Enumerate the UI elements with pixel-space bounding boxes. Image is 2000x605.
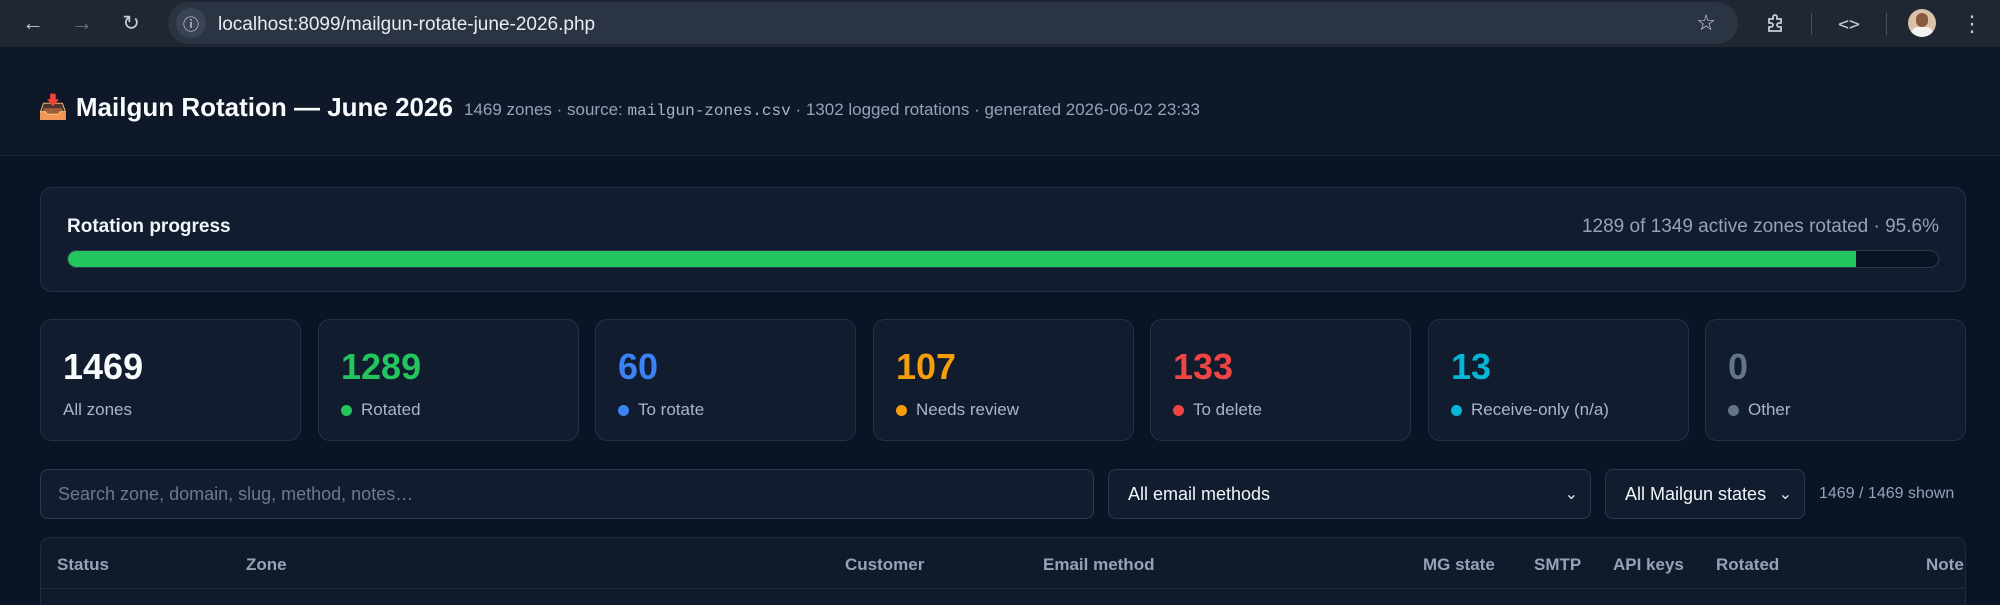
kebab-menu-icon[interactable]: ⋮ [1955, 7, 1989, 41]
toolbar-divider [1811, 13, 1812, 35]
zones-table-header: Status Zone Customer Email method MG sta… [40, 537, 1966, 605]
extensions-icon[interactable] [1759, 7, 1793, 41]
devtools-icon[interactable]: <> [1832, 7, 1866, 41]
progress-stats: 1289 of 1349 active zones rotated · 95.6… [1581, 216, 1939, 237]
page-title: 📥 Mailgun Rotation — June 2026 [38, 92, 453, 123]
progress-bar [67, 250, 1939, 268]
stat-card-label-text: All zones [63, 400, 132, 419]
stat-card-value: 133 [1173, 346, 1234, 387]
chevron-down-icon: ⌄ [1778, 486, 1792, 503]
stat-card-value: 1469 [63, 346, 144, 387]
progress-bar-fill [68, 251, 1856, 267]
page-title-text: Mailgun Rotation — June 2026 [75, 92, 453, 122]
summary-prefix: 1469 zones · source: [464, 100, 628, 119]
shown-count: 1469 / 1469 shown [1819, 485, 1955, 502]
column-header-zone[interactable]: Zone [246, 555, 287, 575]
stat-card-value: 60 [618, 346, 659, 387]
stat-card-label: Receive-only (n/a) [1451, 400, 1609, 420]
table-header-divider [41, 588, 1965, 589]
stat-card-value: 1289 [341, 346, 422, 387]
status-dot-icon [1173, 404, 1184, 416]
site-info-icon[interactable]: ⓘ [176, 8, 206, 38]
stat-card-label: All zones [63, 400, 132, 420]
search-input[interactable] [40, 469, 1094, 519]
inbox-tray-icon: 📥 [38, 94, 68, 121]
mailgun-state-select-value: All Mailgun states [1625, 483, 1767, 504]
stat-card-label: To rotate [618, 400, 704, 420]
column-header-note[interactable]: Note [1926, 555, 1964, 575]
address-bar[interactable]: ⓘ localhost:8099/mailgun-rotate-june-202… [168, 2, 1738, 44]
stat-card-value: 13 [1451, 346, 1492, 387]
bookmark-star-icon[interactable]: ☆ [1696, 10, 1716, 36]
status-dot-icon [896, 404, 907, 416]
column-header-email-method[interactable]: Email method [1043, 555, 1154, 575]
email-method-select-value: All email methods [1128, 483, 1271, 504]
url-text[interactable]: localhost:8099/mailgun-rotate-june-2026.… [218, 14, 595, 36]
rotation-progress-panel: Rotation progress 1289 of 1349 active zo… [40, 187, 1966, 292]
column-header-api-keys[interactable]: API keys [1613, 555, 1684, 575]
stat-card[interactable]: 133 To delete [1150, 319, 1411, 441]
source-file: mailgun-zones.csv [627, 102, 791, 120]
status-dot-icon [618, 404, 629, 416]
stat-card[interactable]: 1289 Rotated [318, 319, 579, 441]
column-header-smtp[interactable]: SMTP [1534, 555, 1581, 575]
toolbar-divider [1886, 13, 1887, 35]
page-summary: 1469 zones · source: mailgun-zones.csv ·… [464, 100, 1200, 120]
stat-card-label: To delete [1173, 400, 1262, 420]
stat-card[interactable]: 107 Needs review [873, 319, 1134, 441]
forward-arrow-icon[interactable]: → [66, 7, 98, 39]
progress-title: Rotation progress [67, 216, 231, 237]
mailgun-state-select[interactable]: All Mailgun states ⌄ [1605, 469, 1805, 519]
column-header-customer[interactable]: Customer [845, 555, 924, 575]
profile-avatar[interactable] [1908, 9, 1936, 37]
stat-card-value: 107 [896, 346, 957, 387]
stat-card-label-text: Rotated [361, 400, 421, 419]
stat-cards: 1469 All zones 1289 Rotated 60 To rotate 107 Ne… [40, 319, 1966, 441]
back-arrow-icon[interactable]: ← [17, 7, 49, 39]
chevron-down-icon: ⌄ [1564, 486, 1578, 503]
reload-icon[interactable]: ↻ [115, 7, 147, 39]
status-dot-icon [341, 404, 352, 416]
page-header: 📥 Mailgun Rotation — June 2026 1469 zone… [0, 47, 2000, 156]
browser-toolbar: ← → ↻ ⓘ localhost:8099/mailgun-rotate-ju… [0, 0, 2000, 47]
stat-card-label-text: Receive-only (n/a) [1471, 400, 1609, 419]
stat-card-label-text: Needs review [916, 400, 1019, 419]
stat-card-label: Other [1728, 400, 1791, 420]
stat-card-label: Needs review [896, 400, 1019, 420]
stat-card[interactable]: 0 Other [1705, 319, 1966, 441]
stat-card[interactable]: 13 Receive-only (n/a) [1428, 319, 1689, 441]
stat-card-label: Rotated [341, 400, 421, 420]
status-dot-icon [1451, 404, 1462, 416]
status-dot-icon [1728, 404, 1739, 416]
summary-suffix: · 1302 logged rotations · generated 2026… [790, 100, 1200, 119]
stat-card-label-text: Other [1748, 400, 1791, 419]
stat-card-value: 0 [1728, 346, 1749, 387]
stat-card[interactable]: 60 To rotate [595, 319, 856, 441]
column-header-mg-state[interactable]: MG state [1423, 555, 1495, 575]
column-header-status[interactable]: Status [57, 555, 109, 575]
email-method-select[interactable]: All email methods ⌄ [1108, 469, 1591, 519]
stat-card-label-text: To delete [1193, 400, 1262, 419]
stat-card-label-text: To rotate [638, 400, 705, 419]
stat-card[interactable]: 1469 All zones [40, 319, 301, 441]
column-header-rotated[interactable]: Rotated [1716, 555, 1779, 575]
